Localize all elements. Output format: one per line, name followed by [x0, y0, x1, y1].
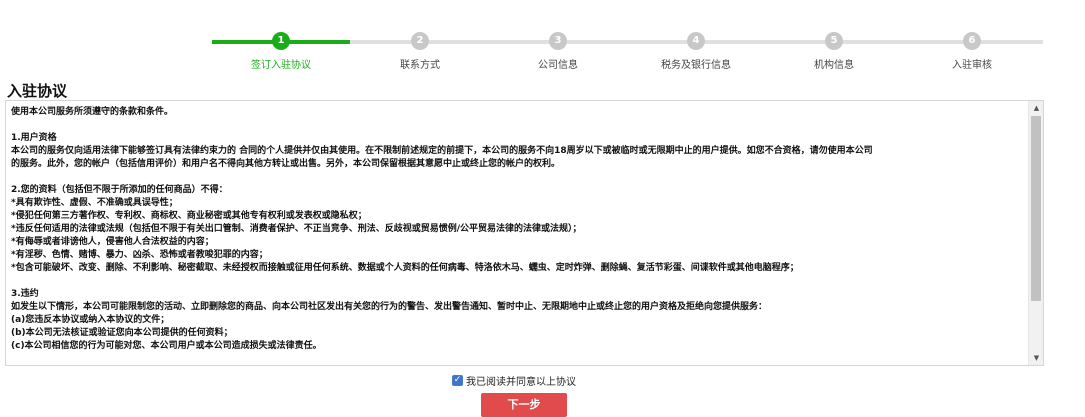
- step-label: 联系方式: [400, 60, 440, 71]
- agreement-line: *有侮辱或者诽谤他人，侵害他人合法权益的内容；: [11, 237, 214, 247]
- agreement-scrollbar[interactable]: ▲ ▼: [1028, 101, 1043, 365]
- step-5: 5 机构信息: [774, 32, 894, 71]
- agreement-line: *违反任何适用的法律或法规（包括但不限于有关出口管制、消费者保护、不正当竞争、刑…: [11, 224, 582, 234]
- agreement-line: *侵犯任何第三方著作权、专利权、商标权、商业秘密或其他专有权利或发表权或隐私权；: [11, 211, 367, 221]
- agree-label[interactable]: 我已阅读并同意以上协议: [466, 373, 576, 388]
- agreement-line: 本公司的服务仅向适用法律下能够签订具有法律约束力的 合同的个人提供并仅由其使用。…: [11, 146, 873, 156]
- step-number: 2: [411, 32, 429, 50]
- step-label: 入驻审核: [952, 60, 992, 71]
- agreement-line: 3.违约: [11, 289, 39, 299]
- agreement-line: *具有欺诈性、虚假、不准确或具误导性；: [11, 198, 178, 208]
- step-label: 公司信息: [538, 60, 578, 71]
- agreement-box[interactable]: 使用本公司服务所须遵守的条款和条件。 1.用户资格 本公司的服务仅向适用法律下能…: [5, 100, 1044, 366]
- step-number: 6: [963, 32, 981, 50]
- agreement-line: 2.您的资料（包括但不限于所添加的任何商品）不得：: [11, 185, 228, 195]
- agreement-line: 1.用户资格: [11, 133, 57, 143]
- step-number: 3: [549, 32, 567, 50]
- page-title: 入驻协议: [7, 82, 68, 100]
- step-2: 2 联系方式: [360, 32, 480, 71]
- agreement-line: (a)您违反本协议或纳入本协议的文件；: [11, 315, 170, 325]
- agreement-line: *有淫秽、色情、赌博、暴力、凶杀、恐怖或者教唆犯罪的内容；: [11, 250, 268, 260]
- scroll-thumb[interactable]: [1031, 116, 1041, 301]
- scroll-down-arrow-icon[interactable]: ▼: [1029, 351, 1043, 365]
- step-3: 3 公司信息: [498, 32, 618, 71]
- step-label: 税务及银行信息: [661, 60, 731, 71]
- agreement-text: 使用本公司服务所须遵守的条款和条件。 1.用户资格 本公司的服务仅向适用法律下能…: [11, 106, 1023, 363]
- agree-row[interactable]: ✓ 我已阅读并同意以上协议: [452, 373, 576, 388]
- step-6: 6 入驻审核: [912, 32, 1032, 71]
- agreement-line: *包含可能破坏、改变、删除、不利影响、秘密截取、未经授权而接触或征用任何系统、数…: [11, 263, 799, 273]
- step-1: 1 签订入驻协议: [221, 32, 341, 71]
- step-number: 4: [687, 32, 705, 50]
- step-number: 1: [272, 32, 290, 50]
- step-number: 5: [825, 32, 843, 50]
- progress-stepper: 1 签订入驻协议 2 联系方式 3 公司信息 4 税务及银行信息 5 机构信息 …: [0, 0, 1085, 75]
- step-label: 机构信息: [814, 60, 854, 71]
- agree-checkbox[interactable]: ✓: [452, 375, 463, 386]
- agreement-line: 使用本公司服务所须遵守的条款和条件。: [11, 107, 174, 117]
- step-label: 签订入驻协议: [251, 60, 311, 71]
- next-step-button[interactable]: 下一步: [481, 393, 567, 417]
- agreement-line: 的服务。此外，您的帐户（包括信用评价）和用户名不得向其他方转让或出售。另外，本公…: [11, 159, 561, 169]
- step-4: 4 税务及银行信息: [636, 32, 756, 71]
- scroll-up-arrow-icon[interactable]: ▲: [1029, 101, 1043, 115]
- agreement-line: (b)本公司无法核证或验证您向本公司提供的任何资料；: [11, 328, 233, 338]
- agreement-line: (c)本公司相信您的行为可能对您、本公司用户或本公司造成损失或法律责任。: [11, 341, 322, 351]
- agreement-line: 如发生以下情形，本公司可能限制您的活动、立即删除您的商品、向本公司社区发出有关您…: [11, 302, 768, 312]
